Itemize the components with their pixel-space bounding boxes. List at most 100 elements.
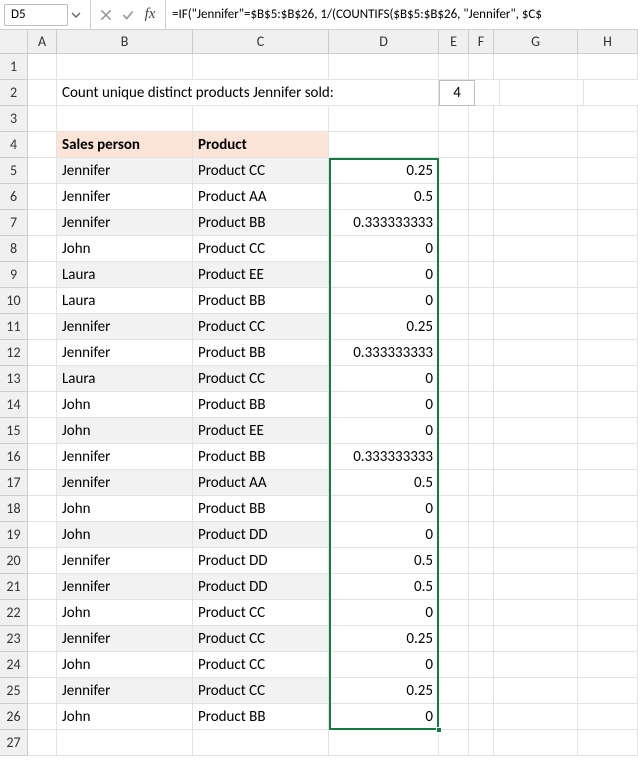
cell[interactable]: Jennifer	[57, 678, 193, 704]
cell[interactable]: Product DD	[193, 522, 329, 548]
cell[interactable]	[439, 158, 469, 184]
check-icon[interactable]	[121, 8, 135, 22]
cell[interactable]	[494, 574, 578, 600]
cell[interactable]: Product EE	[193, 262, 329, 288]
cell[interactable]: Product	[193, 132, 329, 158]
cell[interactable]	[578, 262, 638, 288]
row-header-22[interactable]: 22	[0, 600, 28, 626]
cell[interactable]	[469, 314, 494, 340]
cell[interactable]	[329, 730, 439, 756]
cell[interactable]	[578, 626, 638, 652]
col-header-G[interactable]: G	[494, 30, 578, 54]
cell[interactable]	[439, 262, 469, 288]
name-box-dropdown[interactable]	[68, 4, 84, 26]
cell[interactable]	[578, 184, 638, 210]
cell[interactable]	[578, 392, 638, 418]
row-header-8[interactable]: 8	[0, 236, 28, 262]
cell[interactable]	[494, 184, 578, 210]
cell[interactable]	[329, 106, 439, 132]
fx-icon[interactable]: fx	[143, 8, 157, 22]
cell[interactable]	[28, 652, 57, 678]
cell[interactable]	[28, 340, 57, 366]
cell[interactable]	[439, 444, 469, 470]
cell[interactable]	[584, 80, 638, 106]
cell[interactable]	[28, 236, 57, 262]
row-header-12[interactable]: 12	[0, 340, 28, 366]
cell[interactable]: Product CC	[193, 314, 329, 340]
row-header-25[interactable]: 25	[0, 678, 28, 704]
row-header-7[interactable]: 7	[0, 210, 28, 236]
col-header-E[interactable]: E	[439, 30, 469, 54]
cell[interactable]	[494, 522, 578, 548]
cell[interactable]	[494, 236, 578, 262]
cell[interactable]: Product BB	[193, 392, 329, 418]
cell[interactable]	[578, 54, 638, 80]
cell[interactable]: Product CC	[193, 366, 329, 392]
cell[interactable]	[439, 600, 469, 626]
cell[interactable]	[439, 54, 469, 80]
cell[interactable]	[329, 54, 439, 80]
cell[interactable]	[439, 288, 469, 314]
row-header-6[interactable]: 6	[0, 184, 28, 210]
cell[interactable]: Product BB	[193, 496, 329, 522]
row-header-15[interactable]: 15	[0, 418, 28, 444]
row-header-20[interactable]: 20	[0, 548, 28, 574]
cell[interactable]	[494, 470, 578, 496]
cell[interactable]	[494, 548, 578, 574]
cell[interactable]: 0	[329, 366, 439, 392]
cell[interactable]: Jennifer	[57, 158, 193, 184]
row-header-16[interactable]: 16	[0, 444, 28, 470]
cell[interactable]	[439, 470, 469, 496]
cell[interactable]	[28, 600, 57, 626]
cell[interactable]	[494, 496, 578, 522]
cell[interactable]	[469, 418, 494, 444]
cells-area[interactable]: 4Sales personProductJenniferProduct CC0.…	[28, 54, 638, 756]
cell[interactable]	[28, 444, 57, 470]
cell[interactable]: Product DD	[193, 548, 329, 574]
cell[interactable]: Product CC	[193, 600, 329, 626]
cell[interactable]: 0	[329, 262, 439, 288]
cell[interactable]	[28, 548, 57, 574]
cell[interactable]: John	[57, 522, 193, 548]
cell[interactable]: Jennifer	[57, 626, 193, 652]
cell[interactable]	[578, 314, 638, 340]
cell[interactable]: Product CC	[193, 678, 329, 704]
cell[interactable]: John	[57, 236, 193, 262]
cell[interactable]	[28, 392, 57, 418]
cell[interactable]: Jennifer	[57, 184, 193, 210]
cell[interactable]	[494, 132, 578, 158]
cell[interactable]	[469, 392, 494, 418]
cell[interactable]	[469, 210, 494, 236]
cell[interactable]	[469, 678, 494, 704]
cell[interactable]	[494, 54, 578, 80]
row-header-3[interactable]: 3	[0, 106, 28, 132]
cell[interactable]: 0	[329, 496, 439, 522]
cell[interactable]: John	[57, 652, 193, 678]
cell[interactable]	[494, 392, 578, 418]
cell[interactable]	[494, 652, 578, 678]
row-header-13[interactable]: 13	[0, 366, 28, 392]
cell[interactable]: John	[57, 392, 193, 418]
cell[interactable]	[475, 80, 500, 106]
col-header-B[interactable]: B	[57, 30, 193, 54]
cell[interactable]	[439, 574, 469, 600]
row-header-5[interactable]: 5	[0, 158, 28, 184]
cell[interactable]	[578, 522, 638, 548]
cell[interactable]	[439, 704, 469, 730]
row-header-23[interactable]: 23	[0, 626, 28, 652]
cell[interactable]	[28, 470, 57, 496]
cell[interactable]: John	[57, 496, 193, 522]
cell[interactable]	[28, 210, 57, 236]
cell[interactable]	[193, 106, 329, 132]
cell[interactable]	[469, 574, 494, 600]
cell[interactable]	[28, 704, 57, 730]
cell[interactable]: 0	[329, 600, 439, 626]
cell[interactable]	[28, 418, 57, 444]
cell[interactable]	[578, 210, 638, 236]
cell[interactable]	[494, 444, 578, 470]
cell[interactable]	[469, 470, 494, 496]
cell[interactable]: Product DD	[193, 574, 329, 600]
cell[interactable]: Product CC	[193, 236, 329, 262]
cell[interactable]	[469, 54, 494, 80]
cell[interactable]	[469, 366, 494, 392]
